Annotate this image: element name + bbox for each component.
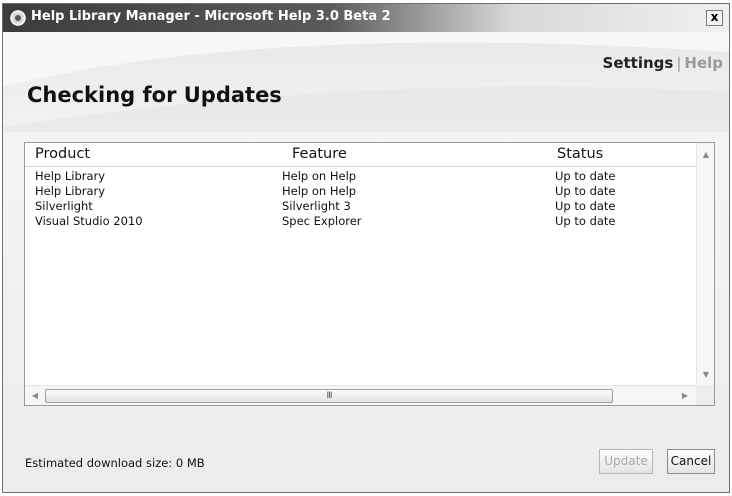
window-title: Help Library Manager - Microsoft Help 3.… [31,9,391,24]
scrollbar-corner [696,385,714,405]
cell-status: Up to date [555,214,616,228]
scroll-right-arrow-icon[interactable]: ▶ [677,386,693,405]
cell-status: Up to date [555,199,616,213]
help-library-manager-window: Help Library Manager - Microsoft Help 3.… [2,3,730,493]
horizontal-scroll-thumb[interactable]: III [45,389,613,403]
cell-feature: Spec Explorer [282,214,362,228]
list-body: Help Library Help on Help Up to date Hel… [25,169,697,385]
cell-product: Help Library [35,169,106,183]
column-header-product[interactable]: Product [35,146,90,162]
header-swoosh-decoration [3,32,729,132]
scroll-left-arrow-icon[interactable]: ◀ [27,386,43,405]
list-header: Product Feature Status [25,143,697,167]
scroll-down-arrow-icon[interactable]: ▼ [697,367,714,383]
list-row[interactable]: Visual Studio 2010 Spec Explorer Up to d… [25,214,697,229]
cell-product: Silverlight [35,199,93,213]
close-button[interactable]: x [706,10,723,26]
scroll-grip: III [326,391,333,401]
help-library-gear-icon [10,10,26,26]
dialog-body: Settings | Help Checking for Updates Produ… [3,32,729,492]
top-links: Settings | Help [603,54,723,72]
page-title: Checking for Updates [27,83,282,107]
cell-feature: Help on Help [282,169,357,183]
cell-status: Up to date [555,169,616,183]
column-header-feature[interactable]: Feature [292,146,347,162]
close-icon: x [710,10,719,24]
download-size-label: Estimated download size: 0 MB [25,456,205,470]
list-row[interactable]: Help Library Help on Help Up to date [25,184,697,199]
cancel-button[interactable]: Cancel [667,449,715,474]
link-separator: | [676,54,682,72]
settings-link[interactable]: Settings [603,54,674,72]
cell-feature: Silverlight 3 [282,199,351,213]
column-header-status[interactable]: Status [557,146,603,162]
help-link[interactable]: Help [684,54,723,72]
updates-list[interactable]: Product Feature Status Help Library Help… [24,142,715,406]
list-row[interactable]: Silverlight Silverlight 3 Up to date [25,199,697,214]
title-bar[interactable]: Help Library Manager - Microsoft Help 3.… [3,4,729,32]
cell-product: Visual Studio 2010 [35,214,143,228]
horizontal-scrollbar[interactable]: ◀ III ▶ [25,385,697,405]
scroll-up-arrow-icon[interactable]: ▲ [697,147,714,163]
list-row[interactable]: Help Library Help on Help Up to date [25,169,697,184]
cell-product: Help Library [35,184,106,198]
cell-feature: Help on Help [282,184,357,198]
update-button[interactable]: Update [599,449,653,474]
vertical-scrollbar[interactable]: ▲ ▼ [696,143,714,387]
cell-status: Up to date [555,184,616,198]
